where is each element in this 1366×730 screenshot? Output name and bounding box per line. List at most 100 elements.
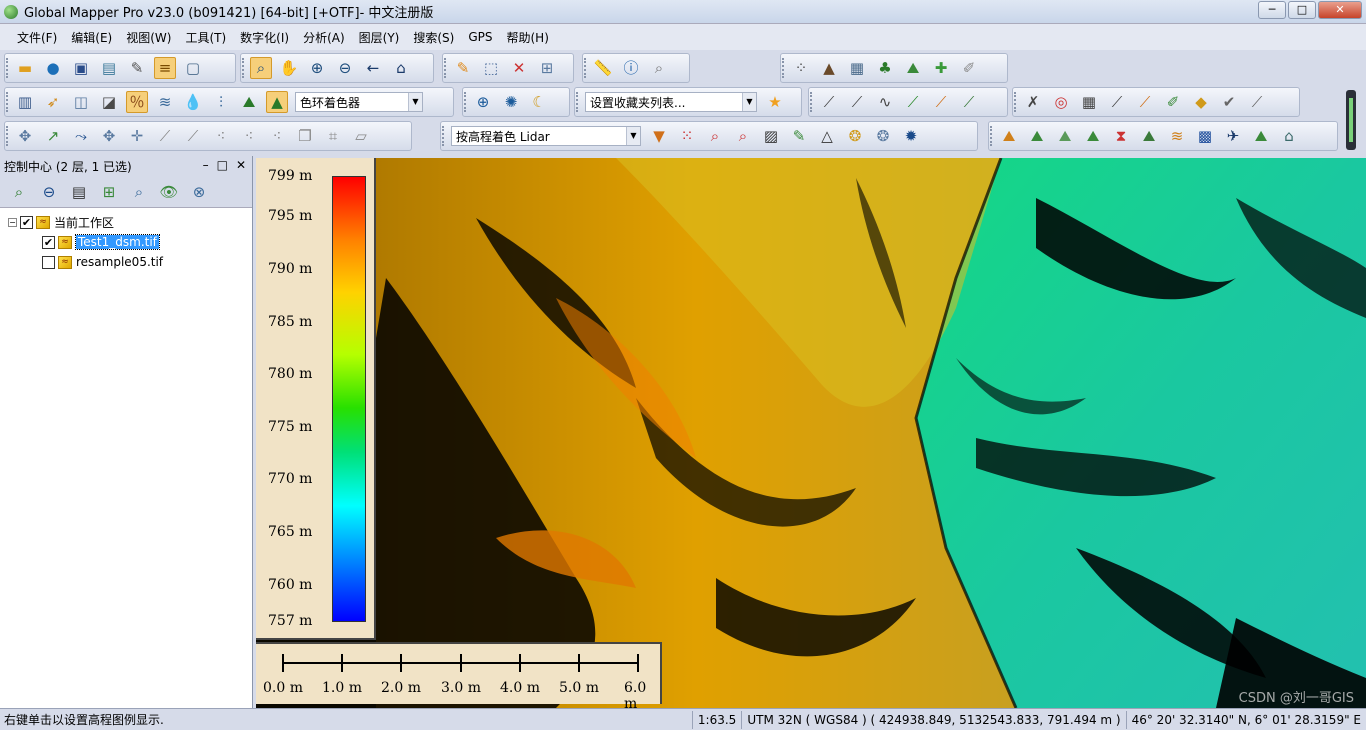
layer-checkbox[interactable] (42, 255, 55, 269)
info-icon[interactable]: ⓘ (620, 57, 642, 79)
eraser-icon[interactable]: ▱ (350, 125, 372, 147)
triangle-icon[interactable]: △ (816, 125, 838, 147)
lidar-query-icon[interactable]: ⌕ (732, 125, 754, 147)
line-draw-icon[interactable]: ⟋ (818, 91, 840, 113)
menu-search[interactable]: 搜索(S) (406, 29, 461, 46)
line-tool-icon[interactable]: ⟋ (154, 125, 176, 147)
collapse-icon[interactable]: − (8, 217, 17, 227)
target-icon[interactable]: ◎ (1050, 91, 1072, 113)
layer-item[interactable]: ✔ ≈ Test1_dsm.tif (0, 232, 252, 252)
brush-icon[interactable]: ✐ (958, 57, 980, 79)
volume-icon[interactable]: ⛰ (1054, 125, 1076, 147)
menu-edit[interactable]: 编辑(E) (64, 29, 119, 46)
pencil-icon[interactable]: ✎ (452, 57, 474, 79)
edit-check-icon[interactable]: ✎ (788, 125, 810, 147)
gradient-icon[interactable]: ▩ (1194, 125, 1216, 147)
water-icon[interactable]: 💧 (182, 91, 204, 113)
layer-add-icon[interactable]: ⊞ (97, 181, 121, 203)
puzzle-icon[interactable]: ✚ (930, 57, 952, 79)
layers-icon[interactable]: ≋ (1166, 125, 1188, 147)
sun-settings-icon[interactable]: ✺ (500, 91, 522, 113)
shader-select[interactable]: 色环着色器 ▼ (295, 92, 423, 112)
ruler-icon[interactable]: 📏 (592, 57, 614, 79)
noise-icon[interactable]: ✹ (900, 125, 922, 147)
layer-remove-icon[interactable]: ⊗ (187, 181, 211, 203)
add-point-icon[interactable]: ✛ (126, 125, 148, 147)
menu-digitize[interactable]: 数字化(I) (233, 29, 296, 46)
favorites-select[interactable]: 设置收藏夹列表... ▼ (585, 92, 757, 112)
star-icon[interactable]: ★ (764, 91, 786, 113)
terrain-analysis-icon[interactable]: ⛰ (998, 125, 1020, 147)
split-view-icon[interactable]: ◫ (70, 91, 92, 113)
rotate-icon[interactable]: ↗ (42, 125, 64, 147)
slope-icon[interactable]: ⛰ (1250, 125, 1272, 147)
layer-label[interactable]: resample05.tif (76, 255, 163, 269)
watershed-icon[interactable]: ⛰ (1138, 125, 1160, 147)
vertex-add-icon[interactable]: ⁖ (210, 125, 232, 147)
layer-label[interactable]: Test1_dsm.tif (75, 234, 160, 250)
line-orange-icon[interactable]: ⟋ (930, 91, 952, 113)
reshape-icon[interactable]: ⟋ (1246, 91, 1268, 113)
peaks-icon[interactable]: ⛰ (238, 91, 260, 113)
menu-analysis[interactable]: 分析(A) (296, 29, 352, 46)
zoom-box-icon[interactable]: ⌕ (250, 57, 272, 79)
mountain-icon[interactable]: ▲ (818, 57, 840, 79)
shading-icon[interactable]: ％ (126, 91, 148, 113)
filter-icon[interactable]: ▼ (648, 125, 670, 147)
options-icon[interactable]: ⊖ (37, 181, 61, 203)
classify-icon[interactable]: ❂ (844, 125, 866, 147)
back-arrow-icon[interactable]: ← (362, 57, 384, 79)
vertex-delete-icon[interactable]: ⁖ (266, 125, 288, 147)
grid-globe-icon[interactable]: ⊕ (472, 91, 494, 113)
move-vertex-icon[interactable]: ✥ (98, 125, 120, 147)
map-view[interactable]: 799 m 795 m 790 m 785 m 780 m 775 m 770 … (256, 158, 1366, 708)
menu-layer[interactable]: 图层(Y) (352, 29, 407, 46)
search-doc-icon[interactable]: ⌕ (648, 57, 670, 79)
lidar-color-select[interactable]: 按高程着色 Lidar ▼ (451, 126, 641, 146)
elevation-icon[interactable]: ▲ (266, 91, 288, 113)
wrench-icon[interactable]: ✎ (126, 57, 148, 79)
edit-vertex-icon[interactable]: ✗ (1022, 91, 1044, 113)
viewshed-icon[interactable]: ⧗ (1110, 125, 1132, 147)
shapes-icon[interactable]: ◆ (1190, 91, 1212, 113)
list-icon[interactable]: ▤ (67, 181, 91, 203)
contour-gen-icon[interactable]: ⛰ (1026, 125, 1048, 147)
menu-help[interactable]: 帮助(H) (500, 29, 556, 46)
panel-close-button[interactable]: ✕ (236, 158, 246, 172)
layer-checkbox[interactable]: ✔ (42, 235, 55, 249)
contour-icon[interactable]: ≋ (154, 91, 176, 113)
hatch-icon[interactable]: ▨ (760, 125, 782, 147)
line-join-icon[interactable]: ⟋ (1134, 91, 1156, 113)
pointer-tool-icon[interactable]: ➶ (42, 91, 64, 113)
panel-minimize-button[interactable]: – (203, 158, 209, 172)
line-curve-icon[interactable]: ∿ (874, 91, 896, 113)
close-button[interactable]: ✕ (1318, 1, 1362, 19)
copy-shape-icon[interactable]: ❐ (294, 125, 316, 147)
layer-item[interactable]: ≈ resample05.tif (0, 252, 252, 272)
home-icon[interactable]: ⌂ (390, 57, 412, 79)
control-center-icon[interactable]: ≡ (154, 57, 176, 79)
minimize-button[interactable]: ─ (1258, 1, 1286, 19)
lidar-search-icon[interactable]: ⌕ (704, 125, 726, 147)
area-edit-icon[interactable]: ✐ (1162, 91, 1184, 113)
maximize-button[interactable]: □ (1288, 1, 1316, 19)
move-icon[interactable]: ✥ (14, 125, 36, 147)
check-line-icon[interactable]: ✔ (1218, 91, 1240, 113)
panel-restore-button[interactable]: □ (217, 158, 228, 172)
thermometer-icon[interactable]: ⫶ (210, 91, 232, 113)
line-green-icon[interactable]: ⟋ (902, 91, 924, 113)
save-icon[interactable]: ▣ (70, 57, 92, 79)
layer-visibility-icon[interactable]: 👁 (157, 181, 181, 203)
points-icon[interactable]: ⁘ (790, 57, 812, 79)
layer-search-icon[interactable]: ⌕ (127, 181, 151, 203)
moon-icon[interactable]: ☾ (528, 91, 550, 113)
elevation-legend[interactable]: 799 m 795 m 790 m 785 m 780 m 775 m 770 … (256, 158, 376, 640)
zoom-layer-icon[interactable]: ⌕ (7, 181, 31, 203)
flight-icon[interactable]: ✈ (1222, 125, 1244, 147)
select-box-icon[interactable]: ⬚ (480, 57, 502, 79)
menu-file[interactable]: 文件(F) (10, 29, 64, 46)
overview-icon[interactable]: ▢ (182, 57, 204, 79)
pan-hand-icon[interactable]: ✋ (278, 57, 300, 79)
layout-icon[interactable]: ▥ (14, 91, 36, 113)
menu-view[interactable]: 视图(W) (119, 29, 178, 46)
